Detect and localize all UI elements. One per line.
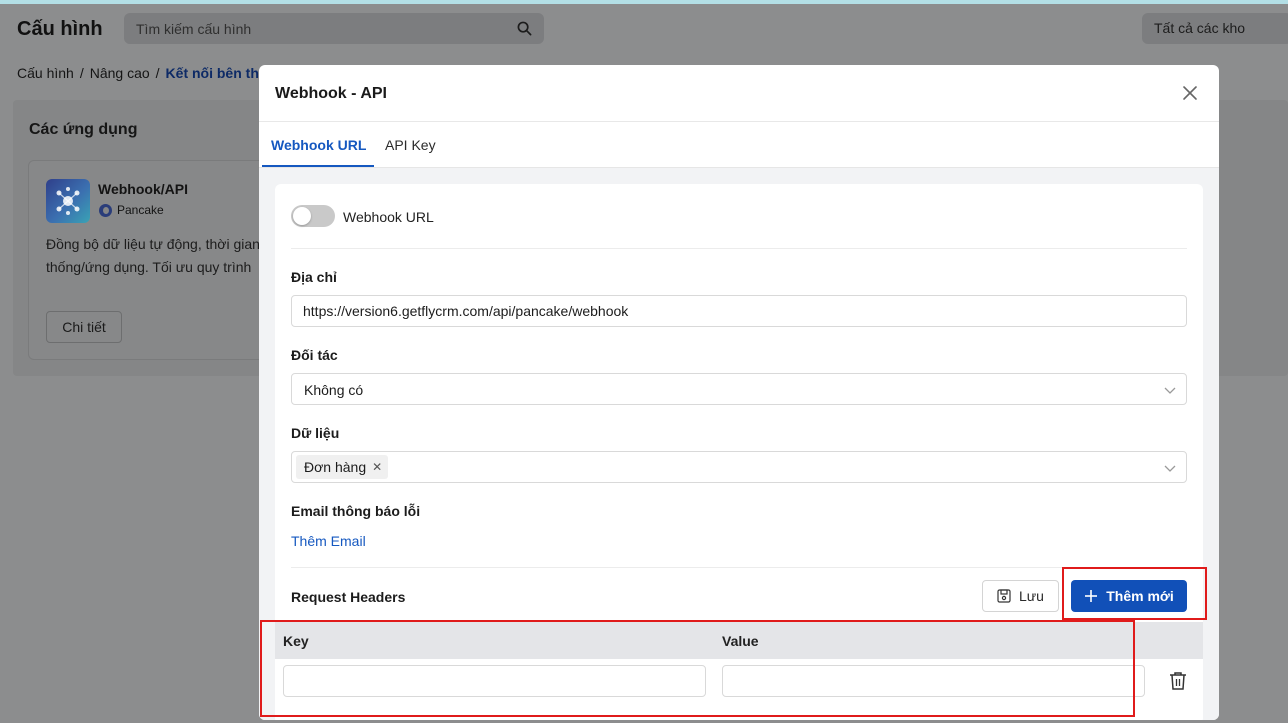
active-tab-indicator <box>262 165 374 167</box>
tab-api-key[interactable]: API Key <box>385 137 436 153</box>
table-header: Key Value <box>275 622 1203 659</box>
webhook-url-toggle-label: Webhook URL <box>343 209 434 225</box>
webhook-api-modal: Webhook - API Webhook URL API Key Webhoo… <box>259 65 1219 720</box>
apps-title: Các ứng dụng <box>29 121 138 138</box>
add-new-button-label: Thêm mới <box>1106 588 1174 604</box>
chevron-down-icon <box>1164 387 1176 394</box>
app-description-line: thống/ứng dụng. Tối ưu quy trình <box>46 259 252 275</box>
header-value-input[interactable] <box>722 665 1145 697</box>
search-icon[interactable] <box>517 21 532 36</box>
save-button[interactable]: Lưu <box>982 580 1059 612</box>
partner-select[interactable]: Không có <box>291 373 1187 405</box>
breadcrumb-separator: / <box>79 65 84 81</box>
column-header-key: Key <box>283 633 309 649</box>
app-provider: Pancake <box>99 203 164 217</box>
partner-label: Đối tác <box>291 347 338 363</box>
chevron-down-icon <box>1164 465 1176 472</box>
data-tag-label: Đơn hàng <box>304 459 367 475</box>
data-tag: Đơn hàng ✕ <box>296 455 389 479</box>
app-provider-label: Pancake <box>117 203 164 217</box>
save-icon <box>997 589 1011 603</box>
app-name: Webhook/API <box>98 181 188 197</box>
breadcrumb-item-config[interactable]: Cấu hình <box>17 65 74 81</box>
search-input[interactable] <box>124 13 544 44</box>
close-icon[interactable] <box>1181 84 1199 102</box>
app-description: Đồng bộ dữ liệu tự động, thời gian thống… <box>46 233 286 279</box>
divider <box>291 248 1187 249</box>
detail-button[interactable]: Chi tiết <box>46 311 122 343</box>
webhook-form: Webhook URL Địa chỉ Đối tác Không có Dữ … <box>275 184 1203 720</box>
table-row <box>275 659 1203 703</box>
modal-title: Webhook - API <box>275 85 387 102</box>
header-key-input[interactable] <box>283 665 706 697</box>
app-card-webhook: Webhook/API Pancake Đồng bộ dữ liệu tự đ… <box>28 160 288 360</box>
breadcrumb: Cấu hình / Nâng cao / Kết nối bên th <box>17 65 259 81</box>
breadcrumb-item-current: Kết nối bên th <box>165 65 259 81</box>
data-label: Dữ liệu <box>291 425 340 441</box>
store-select[interactable]: Tất cả các kho <box>1142 13 1288 44</box>
breadcrumb-item-advanced[interactable]: Nâng cao <box>90 65 150 81</box>
breadcrumb-separator: / <box>155 65 160 81</box>
search-box[interactable] <box>124 13 544 44</box>
add-new-button[interactable]: Thêm mới <box>1071 580 1187 612</box>
plus-icon <box>1085 590 1098 602</box>
modal-tabs: Webhook URL API Key <box>259 122 1219 168</box>
error-email-label: Email thông báo lỗi <box>291 503 421 519</box>
pancake-icon <box>99 203 112 217</box>
webhook-url-toggle[interactable] <box>291 205 335 227</box>
page-header: Cấu hình Tất cả các kho <box>0 4 1288 56</box>
webhook-app-logo <box>46 179 90 223</box>
app-description-line: Đồng bộ dữ liệu tự động, thời gian <box>46 236 260 252</box>
modal-header: Webhook - API <box>259 65 1219 122</box>
add-email-link[interactable]: Thêm Email <box>291 533 366 549</box>
address-label: Địa chỉ <box>291 269 337 285</box>
column-header-value: Value <box>722 633 759 649</box>
save-button-label: Lưu <box>1019 588 1044 604</box>
modal-body: Webhook URL Địa chỉ Đối tác Không có Dữ … <box>259 168 1219 720</box>
page-title: Cấu hình <box>17 18 103 40</box>
tag-remove-icon[interactable]: ✕ <box>372 455 382 479</box>
divider <box>291 567 1187 568</box>
address-input[interactable] <box>291 295 1187 327</box>
network-icon <box>56 187 80 215</box>
partner-select-value: Không có <box>304 382 364 398</box>
data-multiselect[interactable]: Đơn hàng ✕ <box>291 451 1187 483</box>
trash-icon[interactable] <box>1169 671 1187 691</box>
tab-webhook-url[interactable]: Webhook URL <box>271 137 366 153</box>
request-headers-title: Request Headers <box>291 589 406 605</box>
